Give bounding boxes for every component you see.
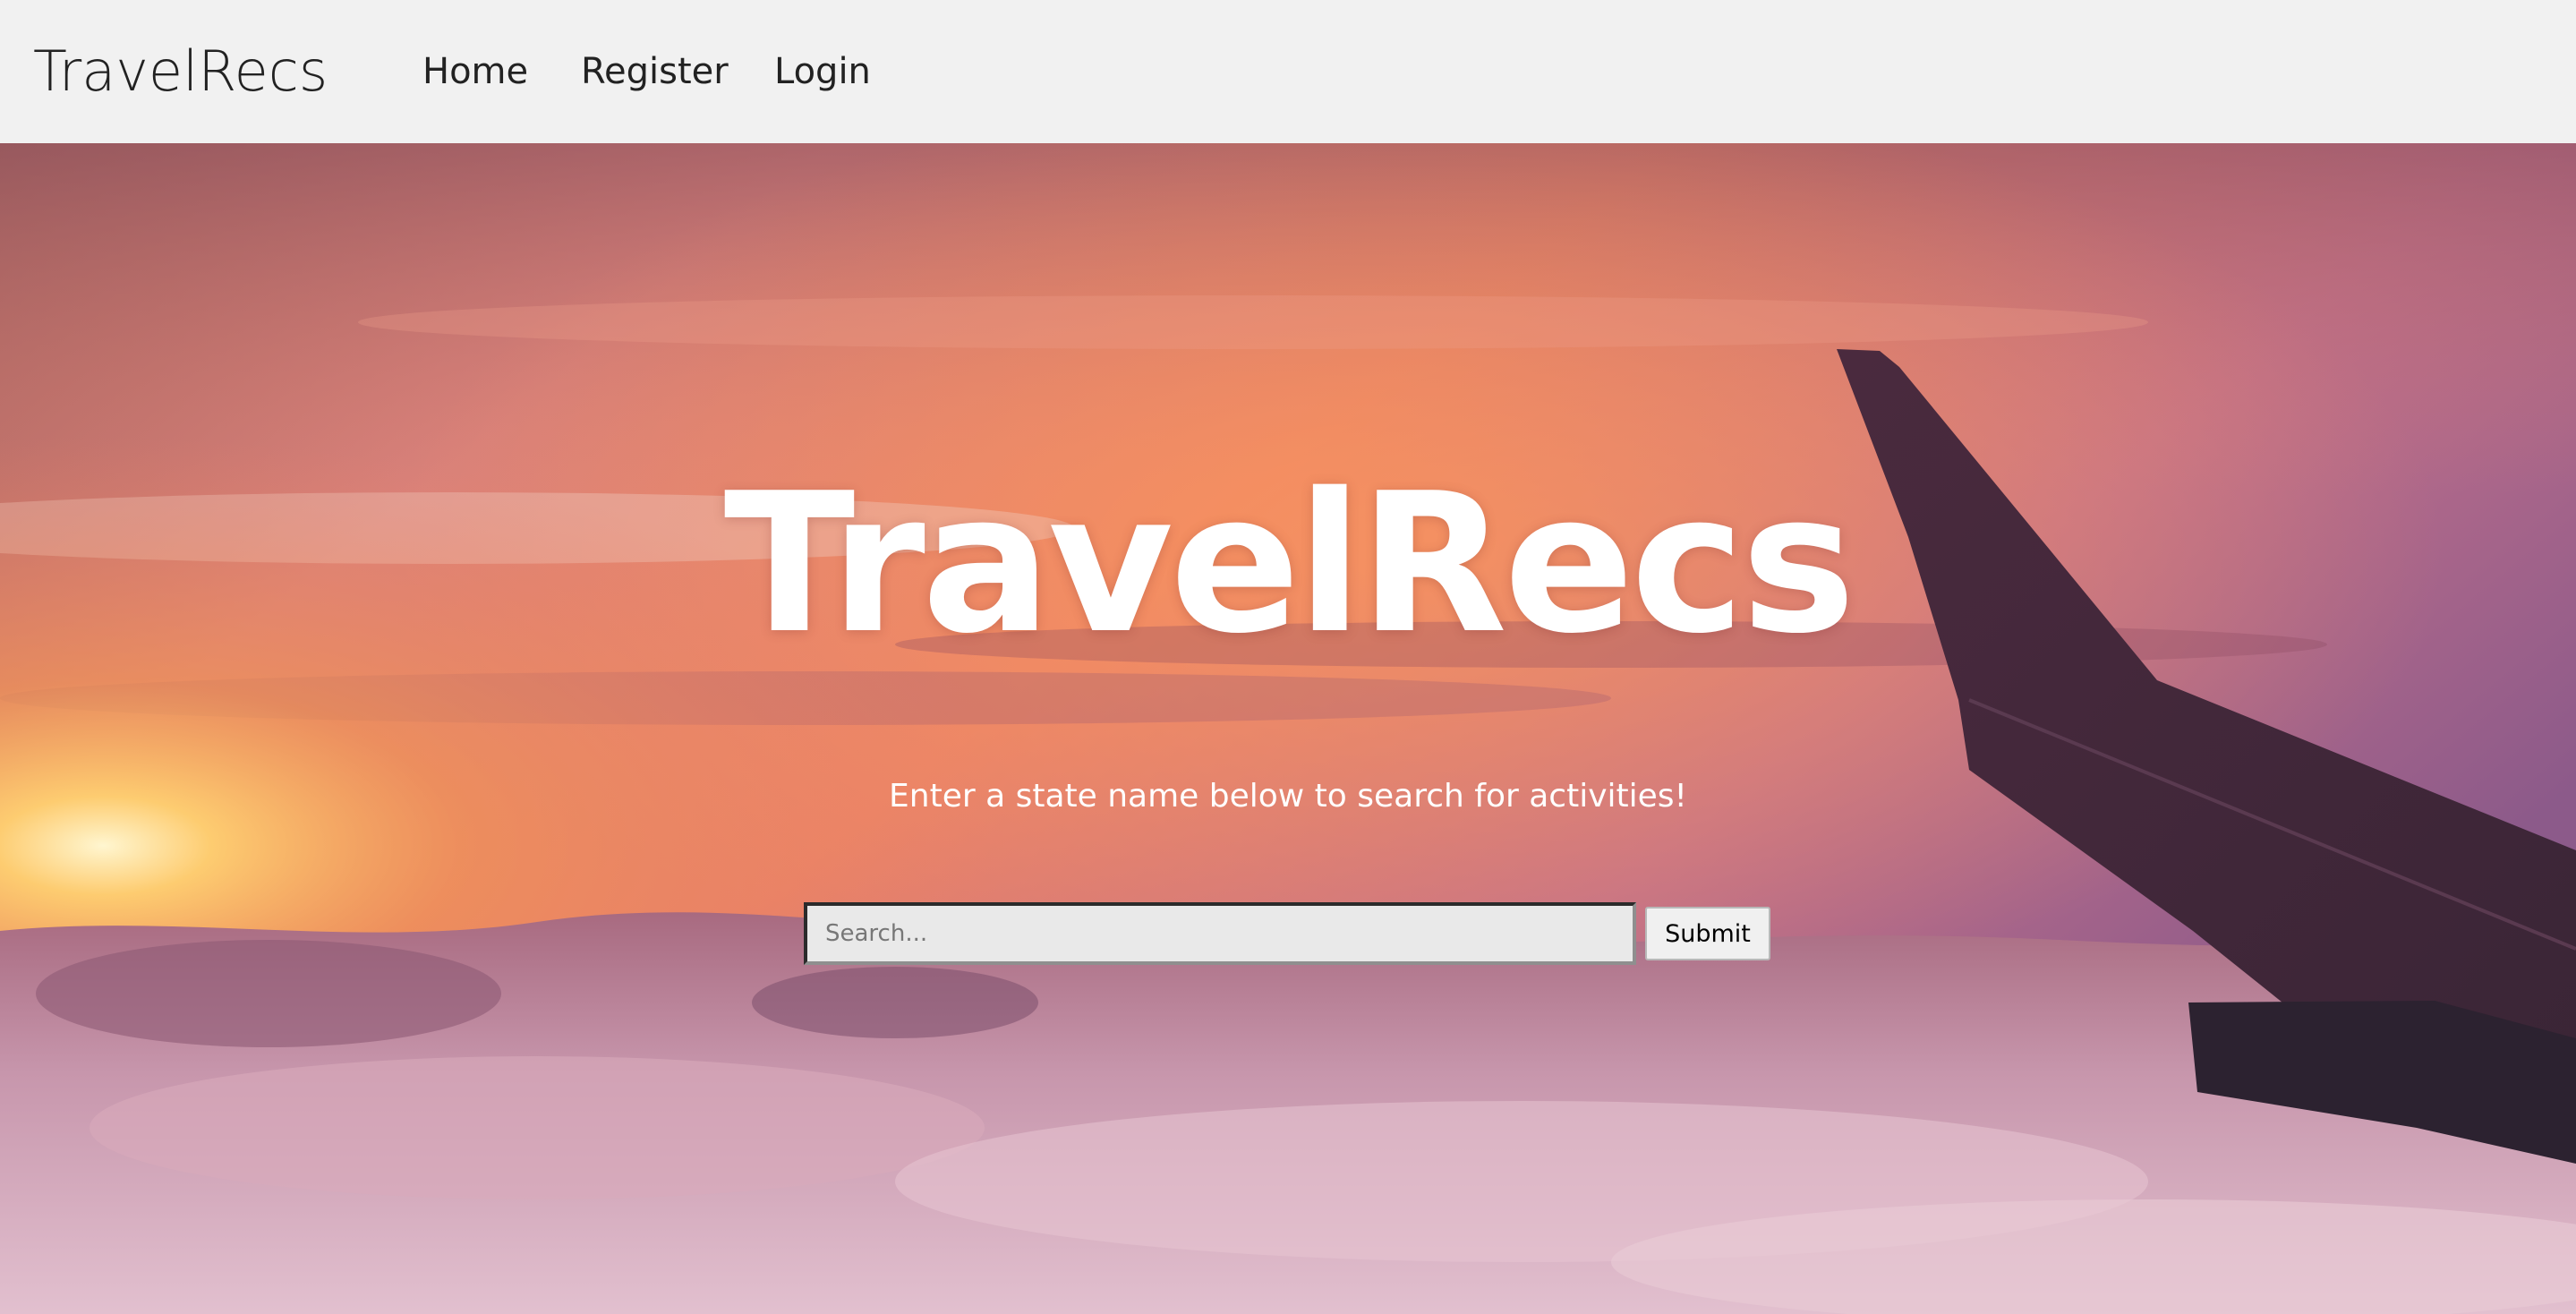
brand-logo-link[interactable]: TravelRecs [33, 36, 328, 107]
top-navbar: TravelRecs Home Register Login [0, 0, 2576, 143]
hero-background-image [0, 143, 2576, 1314]
hero-title: TravelRecs [723, 451, 1856, 676]
hero-subtitle: Enter a state name below to search for a… [889, 778, 1687, 815]
nav-link-register[interactable]: Register [581, 47, 729, 97]
submit-button[interactable]: Submit [1645, 907, 1770, 960]
page: TravelRecs Home Register Login TravelRec… [0, 0, 2576, 1314]
search-input[interactable] [804, 902, 1636, 965]
hero-section: TravelRecs Enter a state name below to s… [0, 143, 2576, 1314]
nav-link-login[interactable]: Login [774, 47, 871, 97]
nav-link-home[interactable]: Home [422, 47, 528, 97]
